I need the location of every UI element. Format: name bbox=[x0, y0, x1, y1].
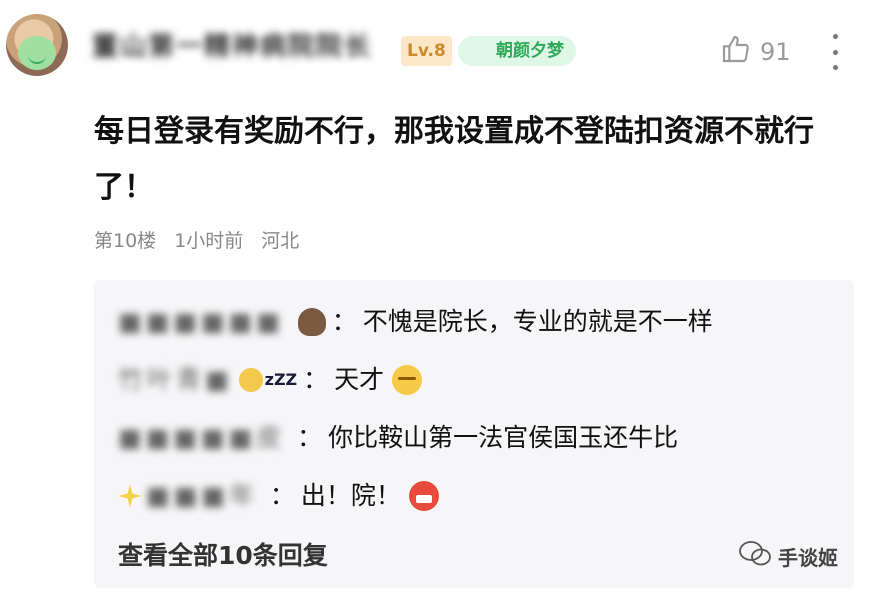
reply-text: 不愧是院长，专业的就是不一样 bbox=[362, 307, 713, 336]
wechat-icon bbox=[738, 540, 772, 573]
reply-separator: ： bbox=[269, 481, 295, 510]
comment-text: 每日登录有奖励不行，那我设置成不登陆扣资源不就行了！ bbox=[94, 114, 814, 205]
reply-username[interactable]: ■■■■■■ bbox=[118, 300, 284, 344]
reply-separator: ： bbox=[297, 423, 323, 452]
reply-separator: ： bbox=[303, 365, 329, 394]
reply-username[interactable]: 竹叶青■ bbox=[118, 358, 233, 402]
watermark: 手谈姬 bbox=[738, 540, 838, 573]
level-badge: Lv.8 bbox=[401, 36, 452, 66]
user-avatar[interactable] bbox=[6, 14, 68, 76]
view-all-replies-link[interactable]: 查看全部10条回复 bbox=[118, 534, 328, 578]
watermark-text: 手谈姬 bbox=[778, 546, 838, 570]
username[interactable]: 董山第一精神病院院长 bbox=[92, 30, 372, 64]
reply-item[interactable]: 竹叶青■ zZZ ： 天才 bbox=[118, 358, 423, 402]
reply-text: 你比鞍山第一法官侯国玉还牛比 bbox=[328, 423, 679, 452]
fan-badge[interactable]: 朝颜夕梦 bbox=[458, 36, 576, 66]
reply-username[interactable]: ■■■年 bbox=[146, 474, 258, 518]
like-button[interactable]: 91 bbox=[720, 30, 791, 74]
angry-face-icon bbox=[392, 365, 423, 395]
avatar-face bbox=[18, 36, 56, 70]
reply-text: 天才 bbox=[334, 365, 385, 394]
sparkle-icon bbox=[118, 484, 142, 508]
reply-username[interactable]: ■■■■■皮 bbox=[118, 416, 285, 460]
reply-separator: ： bbox=[331, 307, 357, 336]
sleepy-face-icon bbox=[238, 368, 263, 392]
mouse-icon bbox=[297, 308, 326, 336]
like-count: 91 bbox=[760, 38, 791, 66]
reply-text: 出！院！ bbox=[300, 481, 401, 510]
zzz-label: zZZ bbox=[264, 370, 298, 389]
reply-item[interactable]: ■■■■■■ ： 不愧是院长，专业的就是不一样 bbox=[118, 300, 713, 344]
comment-meta: 第10楼 1小时前 河北 bbox=[94, 226, 299, 253]
floor-number: 第10楼 bbox=[94, 230, 157, 252]
reply-item[interactable]: ■■■年 ： 出！院！ bbox=[118, 474, 439, 518]
post-time: 1小时前 bbox=[174, 230, 244, 252]
thumbs-up-icon bbox=[720, 33, 752, 71]
more-options-icon[interactable] bbox=[827, 34, 843, 70]
location: 河北 bbox=[261, 230, 300, 252]
mad-face-icon bbox=[408, 481, 439, 511]
reply-item[interactable]: ■■■■■皮 ： 你比鞍山第一法官侯国玉还牛比 bbox=[118, 416, 678, 460]
